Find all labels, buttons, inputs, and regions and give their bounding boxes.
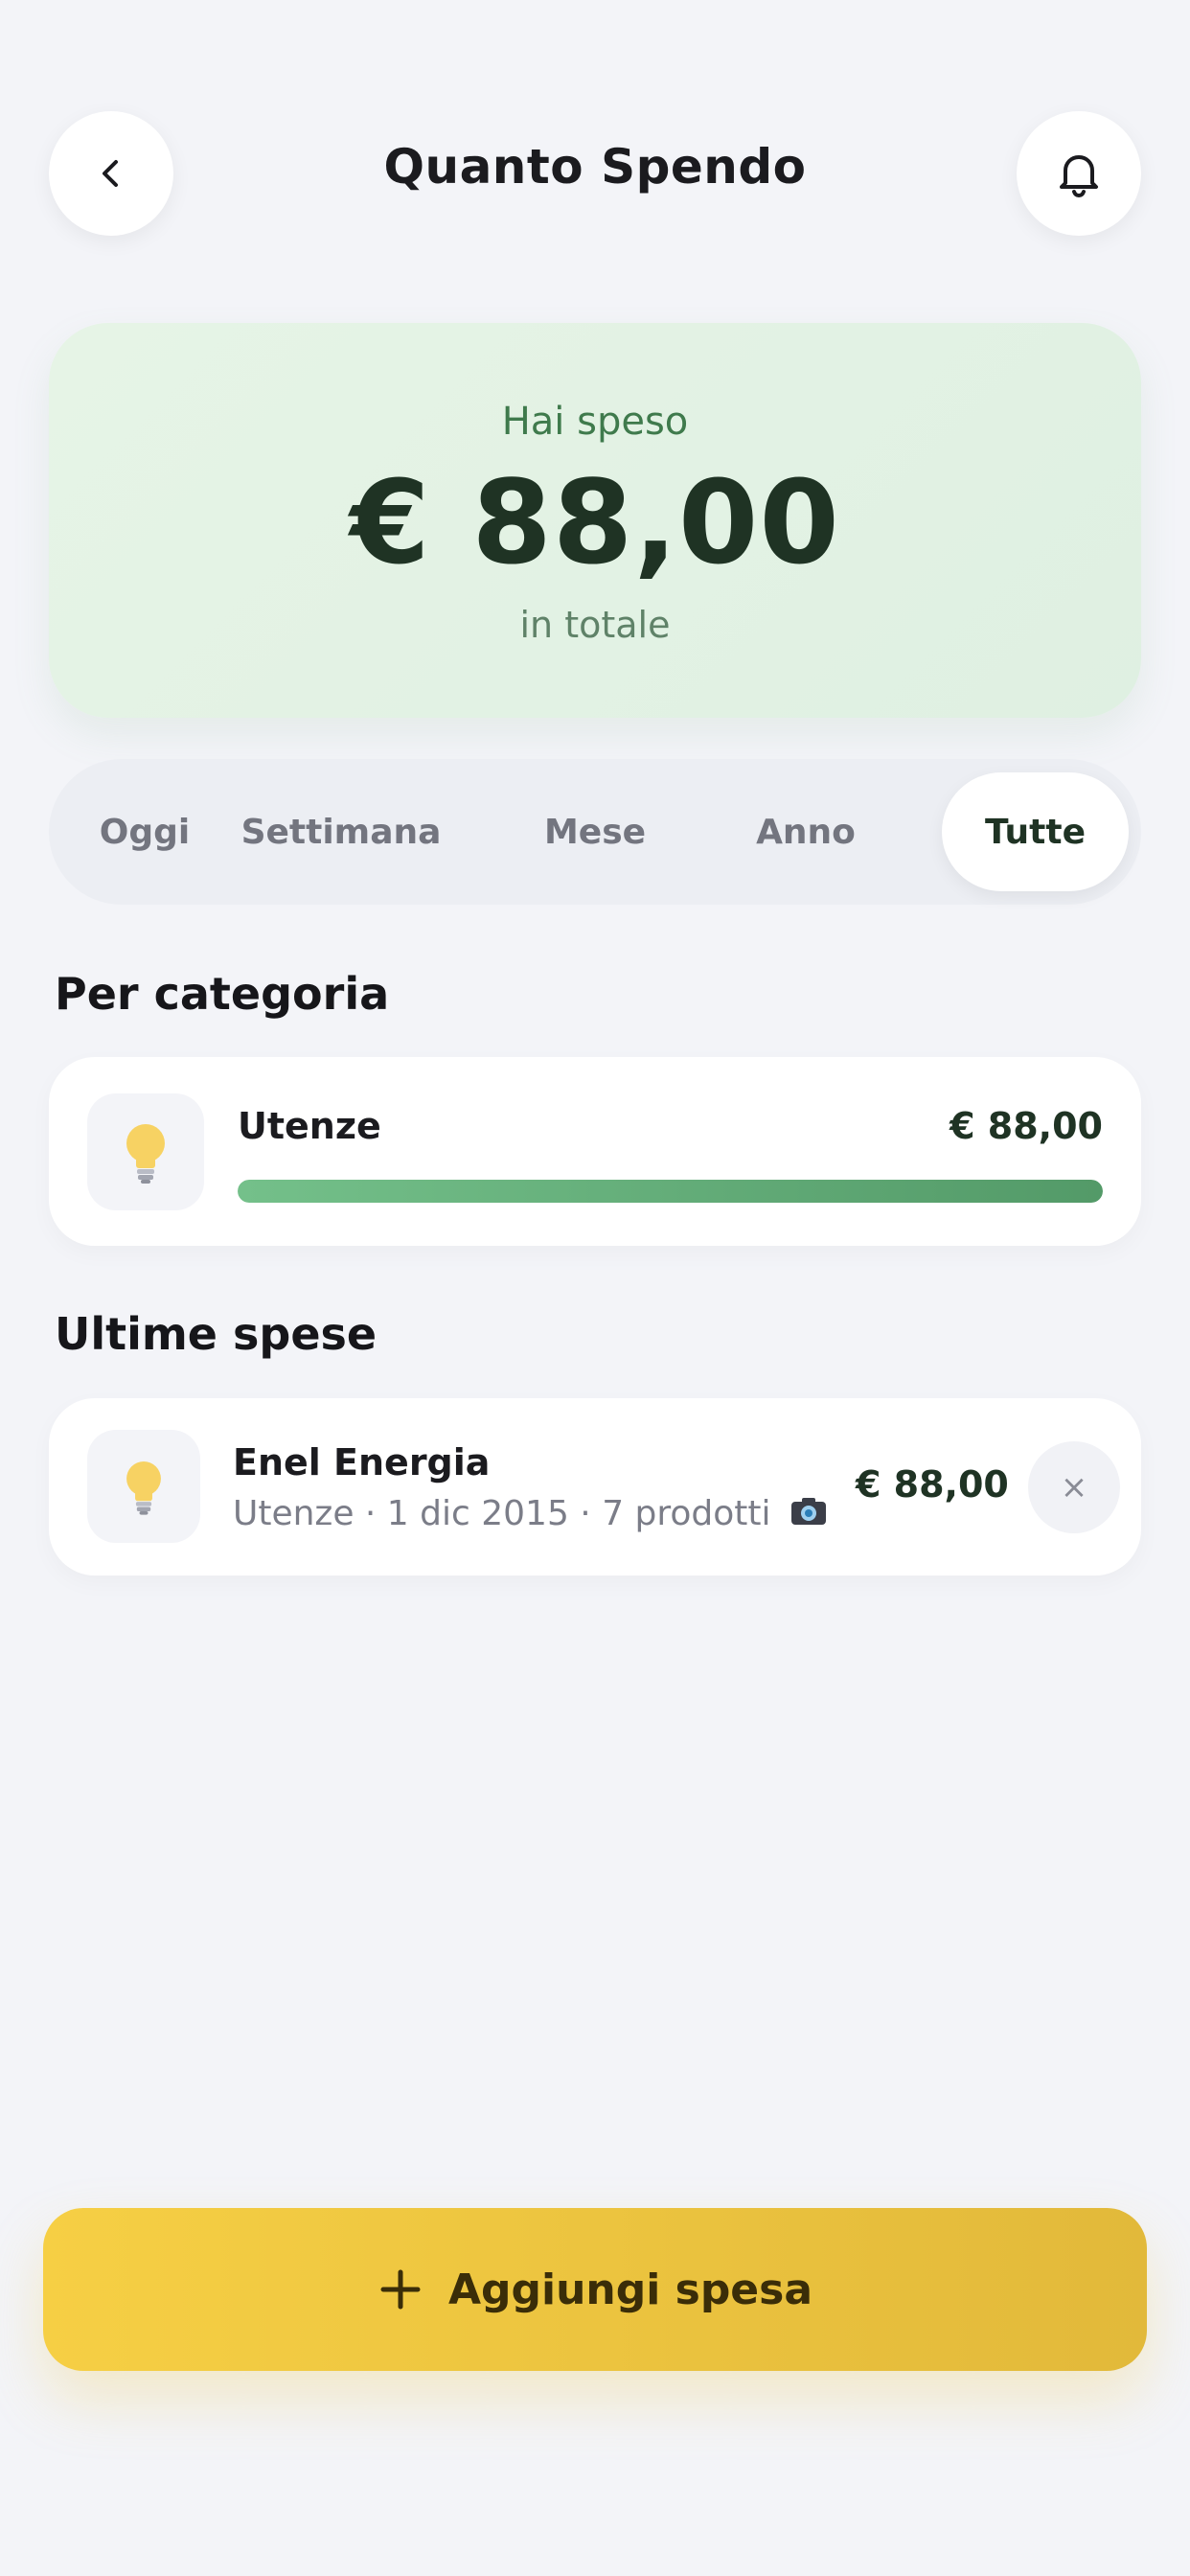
category-name: Utenze [238,1105,381,1147]
category-item-utenze[interactable]: Utenze € 88,00 [49,1057,1141,1246]
category-amount: € 88,00 [950,1105,1103,1147]
close-icon: × [1060,1468,1088,1506]
category-progress-fill [238,1180,1103,1203]
tab-settimana[interactable]: Settimana [240,772,442,891]
expense-amount: € 88,00 [856,1463,1009,1506]
tab-tutte[interactable]: Tutte [942,772,1129,891]
total-subtitle: in totale [519,604,671,646]
expense-name: Enel Energia [233,1441,491,1484]
bell-icon [1060,155,1098,198]
expense-item-enel-energia[interactable]: Enel Energia Utenze · 1 dic 2015 · 7 pro… [49,1398,1141,1576]
delete-expense-button[interactable]: × [1028,1441,1120,1533]
tab-anno[interactable]: Anno [720,772,892,891]
expense-icon-box [87,1430,200,1543]
add-expense-label: Aggiungi spesa [447,2265,813,2314]
tab-mese[interactable]: Mese [509,772,681,891]
expense-meta: Utenze · 1 dic 2015 · 7 prodotti [233,1494,828,1533]
page-title: Quanto Spendo [383,139,807,195]
plus-icon [380,2269,421,2310]
lightbulb-icon [126,1124,165,1184]
tab-oggi[interactable]: Oggi [49,772,240,891]
category-icon-box [87,1093,204,1210]
category-section-title: Per categoria [55,968,390,1020]
camera-icon [791,1498,826,1525]
total-amount: € 88,00 [350,457,840,590]
period-filter: Oggi Settimana Mese Anno Tutte [49,759,1141,905]
recent-section-title: Ultime spese [55,1308,378,1360]
total-spent-card: Hai speso € 88,00 in totale [49,323,1141,718]
total-label: Hai speso [501,400,689,444]
notifications-button[interactable] [1017,111,1141,236]
add-expense-button[interactable]: Aggiungi spesa [43,2208,1147,2371]
expense-meta-text: Utenze · 1 dic 2015 · 7 prodotti [233,1494,771,1533]
category-progress-bar [238,1180,1103,1203]
lightbulb-icon [126,1461,161,1515]
